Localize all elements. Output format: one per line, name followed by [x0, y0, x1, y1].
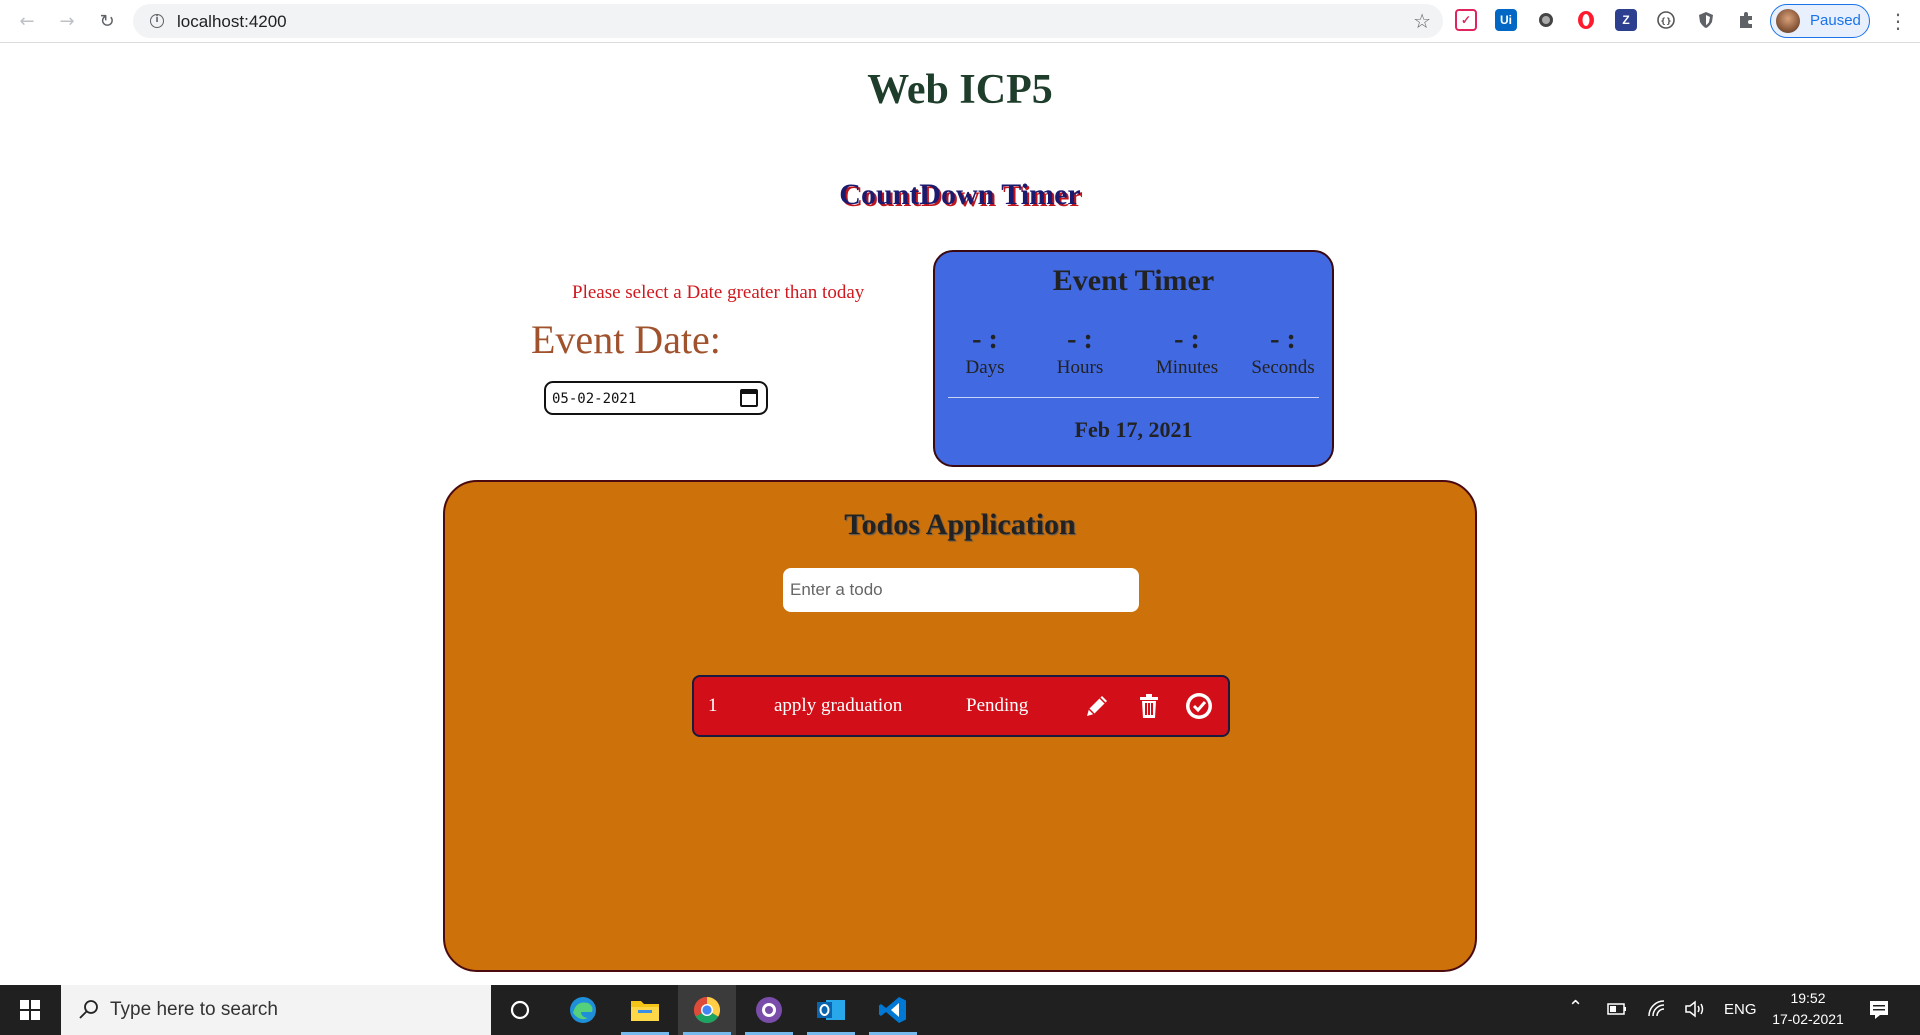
search-icon — [79, 1000, 98, 1019]
forward-icon[interactable]: → — [54, 8, 80, 34]
todos-panel: Todos Application 1 apply graduation Pen… — [443, 480, 1477, 972]
vscode-icon[interactable] — [864, 985, 922, 1035]
browser-toolbar: ← → ↻ i localhost:4200 ☆ ✓ Ui Z {} Pause… — [0, 0, 1920, 43]
event-date-value[interactable]: 05-02-2021 — [552, 391, 636, 407]
volume-icon[interactable] — [1684, 999, 1706, 1019]
windows-start-icon[interactable] — [20, 1000, 40, 1020]
timer-days-label: Days — [965, 357, 1005, 378]
notifications-icon[interactable] — [1868, 999, 1890, 1021]
timer-divider — [948, 397, 1319, 398]
windows-taskbar: Type here to search ⌃ ENG 19:52 17-02-20… — [0, 985, 1920, 1035]
countdown-heading: CountDown Timer — [839, 178, 1081, 211]
code-extension-icon[interactable]: {} — [1655, 9, 1677, 31]
back-icon[interactable]: ← — [14, 8, 40, 34]
site-info-icon[interactable]: i — [150, 14, 164, 28]
timer-days-value: - : — [972, 324, 998, 355]
todos-title: Todos Application — [844, 508, 1076, 541]
todo-status: Pending — [966, 695, 1029, 716]
reload-icon[interactable]: ↻ — [94, 8, 120, 34]
calendar-icon[interactable] — [740, 389, 758, 407]
battery-icon[interactable] — [1607, 1003, 1627, 1015]
browser-menu-icon[interactable]: ⋮ — [1888, 8, 1908, 34]
timer-hours-value: - : — [1067, 324, 1093, 355]
todo-text: apply graduation — [774, 695, 903, 716]
opera-icon[interactable] — [1575, 9, 1597, 31]
event-timer-panel: Event Timer - : Days - : Hours - : Minut… — [933, 250, 1334, 467]
timer-hours-label: Hours — [1056, 357, 1104, 378]
zotero-icon[interactable]: Z — [1615, 9, 1637, 31]
complete-check-icon[interactable] — [1184, 691, 1214, 721]
timer-minutes-label: Minutes — [1155, 357, 1219, 378]
edit-pencil-icon[interactable] — [1082, 691, 1112, 721]
timer-seconds: - : Seconds — [1233, 325, 1333, 379]
shield-extension-icon[interactable] — [1695, 9, 1717, 31]
delete-trash-icon[interactable] — [1134, 691, 1164, 721]
circle-extension-icon[interactable] — [1535, 9, 1557, 31]
pocket-icon[interactable]: ✓ — [1455, 9, 1477, 31]
page-title: Web ICP5 — [867, 67, 1053, 113]
outlook-icon[interactable] — [802, 985, 860, 1035]
date-warning-message: Please select a Date greater than today — [572, 282, 865, 303]
edge-browser-icon[interactable] — [554, 985, 612, 1035]
todo-index: 1 — [708, 695, 718, 716]
event-date-label: Event Date: — [531, 317, 721, 362]
event-timer-title: Event Timer — [1052, 264, 1215, 297]
avatar — [1776, 9, 1800, 33]
event-date-input[interactable]: 05-02-2021 — [544, 381, 768, 415]
taskbar-search-placeholder[interactable]: Type here to search — [110, 999, 278, 1021]
uipath-icon[interactable]: Ui — [1495, 9, 1517, 31]
profile-button[interactable]: Paused — [1770, 4, 1870, 38]
taskbar-search-box[interactable]: Type here to search — [61, 985, 491, 1035]
file-explorer-icon[interactable] — [616, 985, 674, 1035]
address-bar[interactable]: i localhost:4200 ☆ — [133, 4, 1443, 38]
profile-status-label: Paused — [1810, 12, 1861, 29]
timer-hours: - : Hours — [1030, 325, 1130, 379]
puzzle-icon[interactable] — [1735, 9, 1757, 31]
language-indicator[interactable]: ENG — [1724, 1001, 1757, 1018]
todo-item: 1 apply graduation Pending — [692, 675, 1230, 737]
timer-minutes-value: - : — [1174, 324, 1200, 355]
chrome-icon[interactable] — [678, 985, 736, 1035]
timer-seconds-value: - : — [1270, 324, 1296, 355]
timer-minutes: - : Minutes — [1137, 325, 1237, 379]
timer-seconds-label: Seconds — [1251, 357, 1315, 378]
bookmark-star-icon[interactable]: ☆ — [1413, 9, 1431, 33]
github-desktop-icon[interactable] — [740, 985, 798, 1035]
timer-days: - : Days — [935, 325, 1035, 379]
svg-text:{}: {} — [1660, 17, 1671, 26]
clock-date[interactable]: 17-02-2021 — [1770, 1011, 1846, 1027]
wifi-icon[interactable] — [1647, 999, 1667, 1019]
tray-chevron-icon[interactable]: ⌃ — [1568, 997, 1583, 1018]
url-text[interactable]: localhost:4200 — [177, 12, 287, 32]
cortana-icon[interactable] — [491, 985, 549, 1035]
clock-time[interactable]: 19:52 — [1770, 990, 1846, 1006]
timer-event-date: Feb 17, 2021 — [1074, 417, 1193, 442]
todo-input[interactable] — [783, 568, 1139, 612]
